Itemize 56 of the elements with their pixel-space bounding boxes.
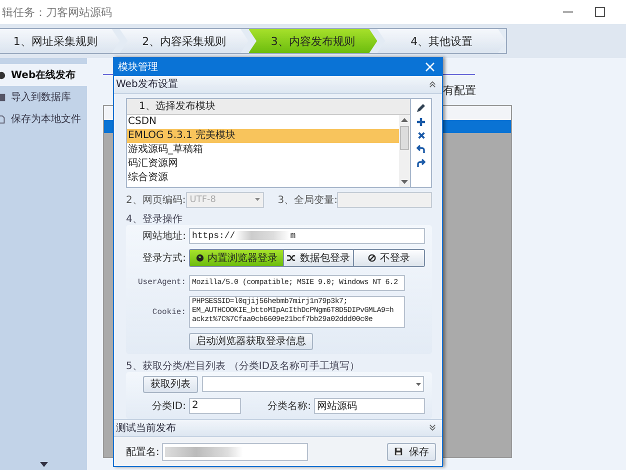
login-method-label: 登录方式: — [142, 252, 187, 265]
config-name-label: 配置名: — [126, 446, 160, 459]
plus-icon[interactable] — [416, 116, 426, 127]
module-item[interactable]: CSDN — [127, 114, 399, 129]
sidebar-item[interactable]: 保存为本地文件 — [0, 108, 87, 130]
maximize-icon[interactable] — [594, 6, 606, 18]
category-name-label: 分类名称: — [266, 400, 312, 413]
url-label: 网站地址: — [142, 230, 187, 243]
globe-icon — [196, 254, 204, 262]
list-header: 1、选择发布模块 — [127, 98, 410, 115]
section-header[interactable]: Web发布设置 — [114, 76, 442, 94]
scroll-down-icon[interactable] — [401, 180, 408, 184]
collapse-icon[interactable] — [429, 80, 436, 88]
config-name-field[interactable] — [162, 442, 308, 461]
step-tab[interactable]: 4、其他设置 — [377, 29, 506, 53]
dialog-title: 模块管理 — [118, 60, 158, 74]
browser-login-button[interactable]: 启动浏览器获取登录信息 — [189, 332, 313, 350]
global-variable-label: 3、全局变量: — [278, 194, 338, 207]
category-name-field[interactable]: 网站源码 — [314, 398, 425, 414]
save-button[interactable]: 保存 — [387, 442, 436, 461]
login-method-button[interactable]: 内置浏览器登录 — [190, 250, 284, 266]
window-title: 辑任务：刀客网站源码 — [2, 4, 112, 20]
group-title: 4、登录操作 — [126, 212, 184, 225]
ban-icon — [368, 254, 376, 262]
shuffle-icon — [287, 254, 296, 262]
expand-icon[interactable] — [429, 424, 436, 432]
module-item[interactable]: 码汇资源网 — [127, 156, 399, 171]
cookie-label: Cookie: — [151, 306, 187, 317]
close-icon[interactable] — [425, 62, 435, 72]
url-field[interactable]: https:// m — [189, 228, 425, 244]
dropdown-icon[interactable] — [416, 382, 421, 386]
step-tab[interactable]: 1、网址采集规则 — [0, 29, 120, 53]
encoding-label: 2、网页编码: — [126, 194, 186, 207]
config-label: 有配置 — [443, 82, 476, 98]
redo-icon[interactable] — [416, 158, 426, 168]
delete-icon[interactable] — [416, 130, 426, 140]
down-arrow-icon[interactable] — [40, 462, 48, 467]
scroll-up-icon[interactable] — [401, 118, 408, 122]
fetch-list-button[interactable]: 获取列表 — [143, 376, 198, 393]
scrollbar[interactable] — [399, 114, 410, 187]
module-item[interactable]: 游戏源码_草稿箱 — [127, 142, 399, 157]
category-id-field[interactable]: 2 — [189, 398, 241, 414]
user-agent-label: UserAgent: — [136, 278, 187, 288]
module-item[interactable]: 综合资源 — [127, 170, 399, 185]
step-tab[interactable]: 3、内容发布规则 — [248, 29, 378, 53]
login-method-button[interactable]: 数据包登录 — [284, 250, 354, 266]
module-item[interactable]: EMLOG 5.3.1 完美模块 — [127, 128, 399, 143]
sidebar-item[interactable]: 导入到数据库 — [0, 86, 87, 108]
group-title: 5、获取分类/栏目列表 （分类ID及名称可手工填写） — [126, 360, 361, 372]
category-id-label: 分类ID: — [150, 400, 187, 413]
section-header[interactable]: 测试当前发布 — [114, 418, 442, 438]
pencil-icon[interactable] — [416, 102, 426, 113]
login-method-button[interactable]: 不登录 — [354, 250, 424, 266]
undo-icon[interactable] — [416, 144, 426, 154]
step-tab[interactable]: 2、内容采集规则 — [120, 29, 248, 53]
sidebar-item[interactable]: Web在线发布 — [0, 64, 87, 86]
